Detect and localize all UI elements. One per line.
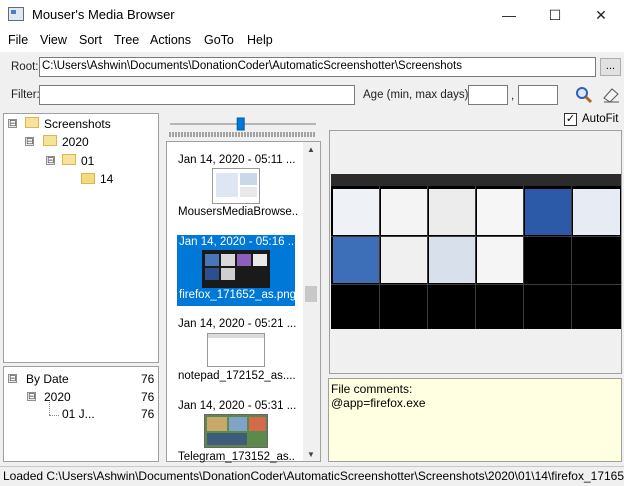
date-node-count: 76 — [141, 390, 155, 404]
tree-node-01[interactable]: 01 — [81, 154, 94, 168]
close-button[interactable]: ✕ — [578, 0, 624, 30]
root-path-field[interactable]: C:\Users\Ashwin\Documents\DonationCoder\… — [39, 57, 596, 77]
eraser-icon[interactable] — [601, 86, 621, 104]
folder-icon — [62, 154, 76, 165]
tree-node-screenshots[interactable]: Screenshots — [44, 117, 111, 131]
folder-icon — [25, 117, 39, 128]
thumbnail-name: firefox_171652_as.png — [179, 289, 295, 301]
window-title: Mouser's Media Browser — [32, 7, 175, 22]
menu-goto[interactable]: GoTo — [204, 33, 234, 47]
filter-input[interactable] — [39, 85, 355, 105]
scroll-down-arrow[interactable]: ▼ — [307, 450, 315, 459]
menu-actions[interactable]: Actions — [150, 33, 191, 47]
tree-node-2020[interactable]: 2020 — [62, 135, 89, 149]
folder-icon — [81, 173, 95, 184]
tree-expander[interactable]: ⊟ — [8, 119, 17, 128]
menu-sort[interactable]: Sort — [79, 33, 102, 47]
comments-header: File comments: — [331, 382, 413, 396]
tree-node-14[interactable]: 14 — [100, 172, 113, 186]
thumbnail-timestamp: Jan 14, 2020 - 05:11 ... — [178, 154, 296, 166]
folder-tree-panel — [3, 113, 159, 363]
date-node-01[interactable]: 01 J... — [62, 407, 95, 421]
tree-line — [49, 402, 50, 415]
thumbnail-name: Telegram_173152_as.... — [178, 451, 296, 463]
tree-expander[interactable]: ⊟ — [27, 392, 36, 401]
date-node-2020[interactable]: 2020 — [44, 390, 71, 404]
date-node-count: 76 — [141, 372, 155, 386]
menu-help[interactable]: Help — [247, 33, 273, 47]
folder-icon — [43, 135, 57, 146]
date-node-count: 76 — [141, 407, 155, 421]
filter-label: Filter: — [11, 89, 40, 101]
zoom-slider[interactable] — [168, 113, 318, 139]
age-min-input[interactable] — [468, 85, 508, 105]
age-max-input[interactable] — [518, 85, 558, 105]
browse-button[interactable]: ... — [600, 58, 621, 76]
comments-text: @app=firefox.exe — [331, 396, 426, 410]
maximize-button[interactable]: ☐ — [532, 0, 578, 30]
menu-tree[interactable]: Tree — [114, 33, 139, 47]
thumbnail-name: notepad_172152_as.... — [178, 370, 296, 382]
autofit-checkbox[interactable]: ✓ — [564, 113, 577, 126]
thumbnail-name: MousersMediaBrowse... — [178, 206, 298, 218]
thumbnail-image[interactable] — [204, 414, 268, 448]
root-label: Root: — [11, 61, 39, 73]
scroll-thumb[interactable] — [305, 286, 317, 302]
scroll-up-arrow[interactable]: ▲ — [307, 145, 315, 154]
minimize-button[interactable]: — — [486, 0, 532, 30]
thumbnail-timestamp: Jan 14, 2020 - 05:21 ... — [178, 318, 297, 330]
age-label: Age (min, max days): — [363, 89, 472, 101]
date-node-by-date[interactable]: By Date — [26, 372, 69, 386]
status-bar: Loaded C:\Users\Ashwin\Documents\Donatio… — [0, 466, 624, 486]
tree-expander[interactable]: ⊟ — [8, 374, 17, 383]
tree-expander[interactable]: ⊟ — [46, 156, 55, 165]
thumbnail-timestamp: Jan 14, 2020 - 05:31 ... — [178, 400, 297, 412]
thumbnail-timestamp: Jan 14, 2020 - 05:16 ... — [179, 236, 298, 248]
age-separator: , — [511, 90, 515, 102]
menu-view[interactable]: View — [40, 33, 67, 47]
preview-image[interactable] — [331, 174, 621, 329]
menu-file[interactable]: File — [8, 33, 28, 47]
app-icon — [8, 7, 24, 21]
autofit-label: AutoFit — [582, 113, 619, 125]
tree-line — [49, 415, 59, 416]
tree-expander[interactable]: ⊟ — [25, 137, 34, 146]
search-icon[interactable] — [574, 85, 594, 105]
thumbnail-image[interactable] — [212, 168, 260, 204]
thumbnail-image[interactable] — [202, 250, 270, 288]
thumbnail-image[interactable] — [207, 333, 265, 367]
